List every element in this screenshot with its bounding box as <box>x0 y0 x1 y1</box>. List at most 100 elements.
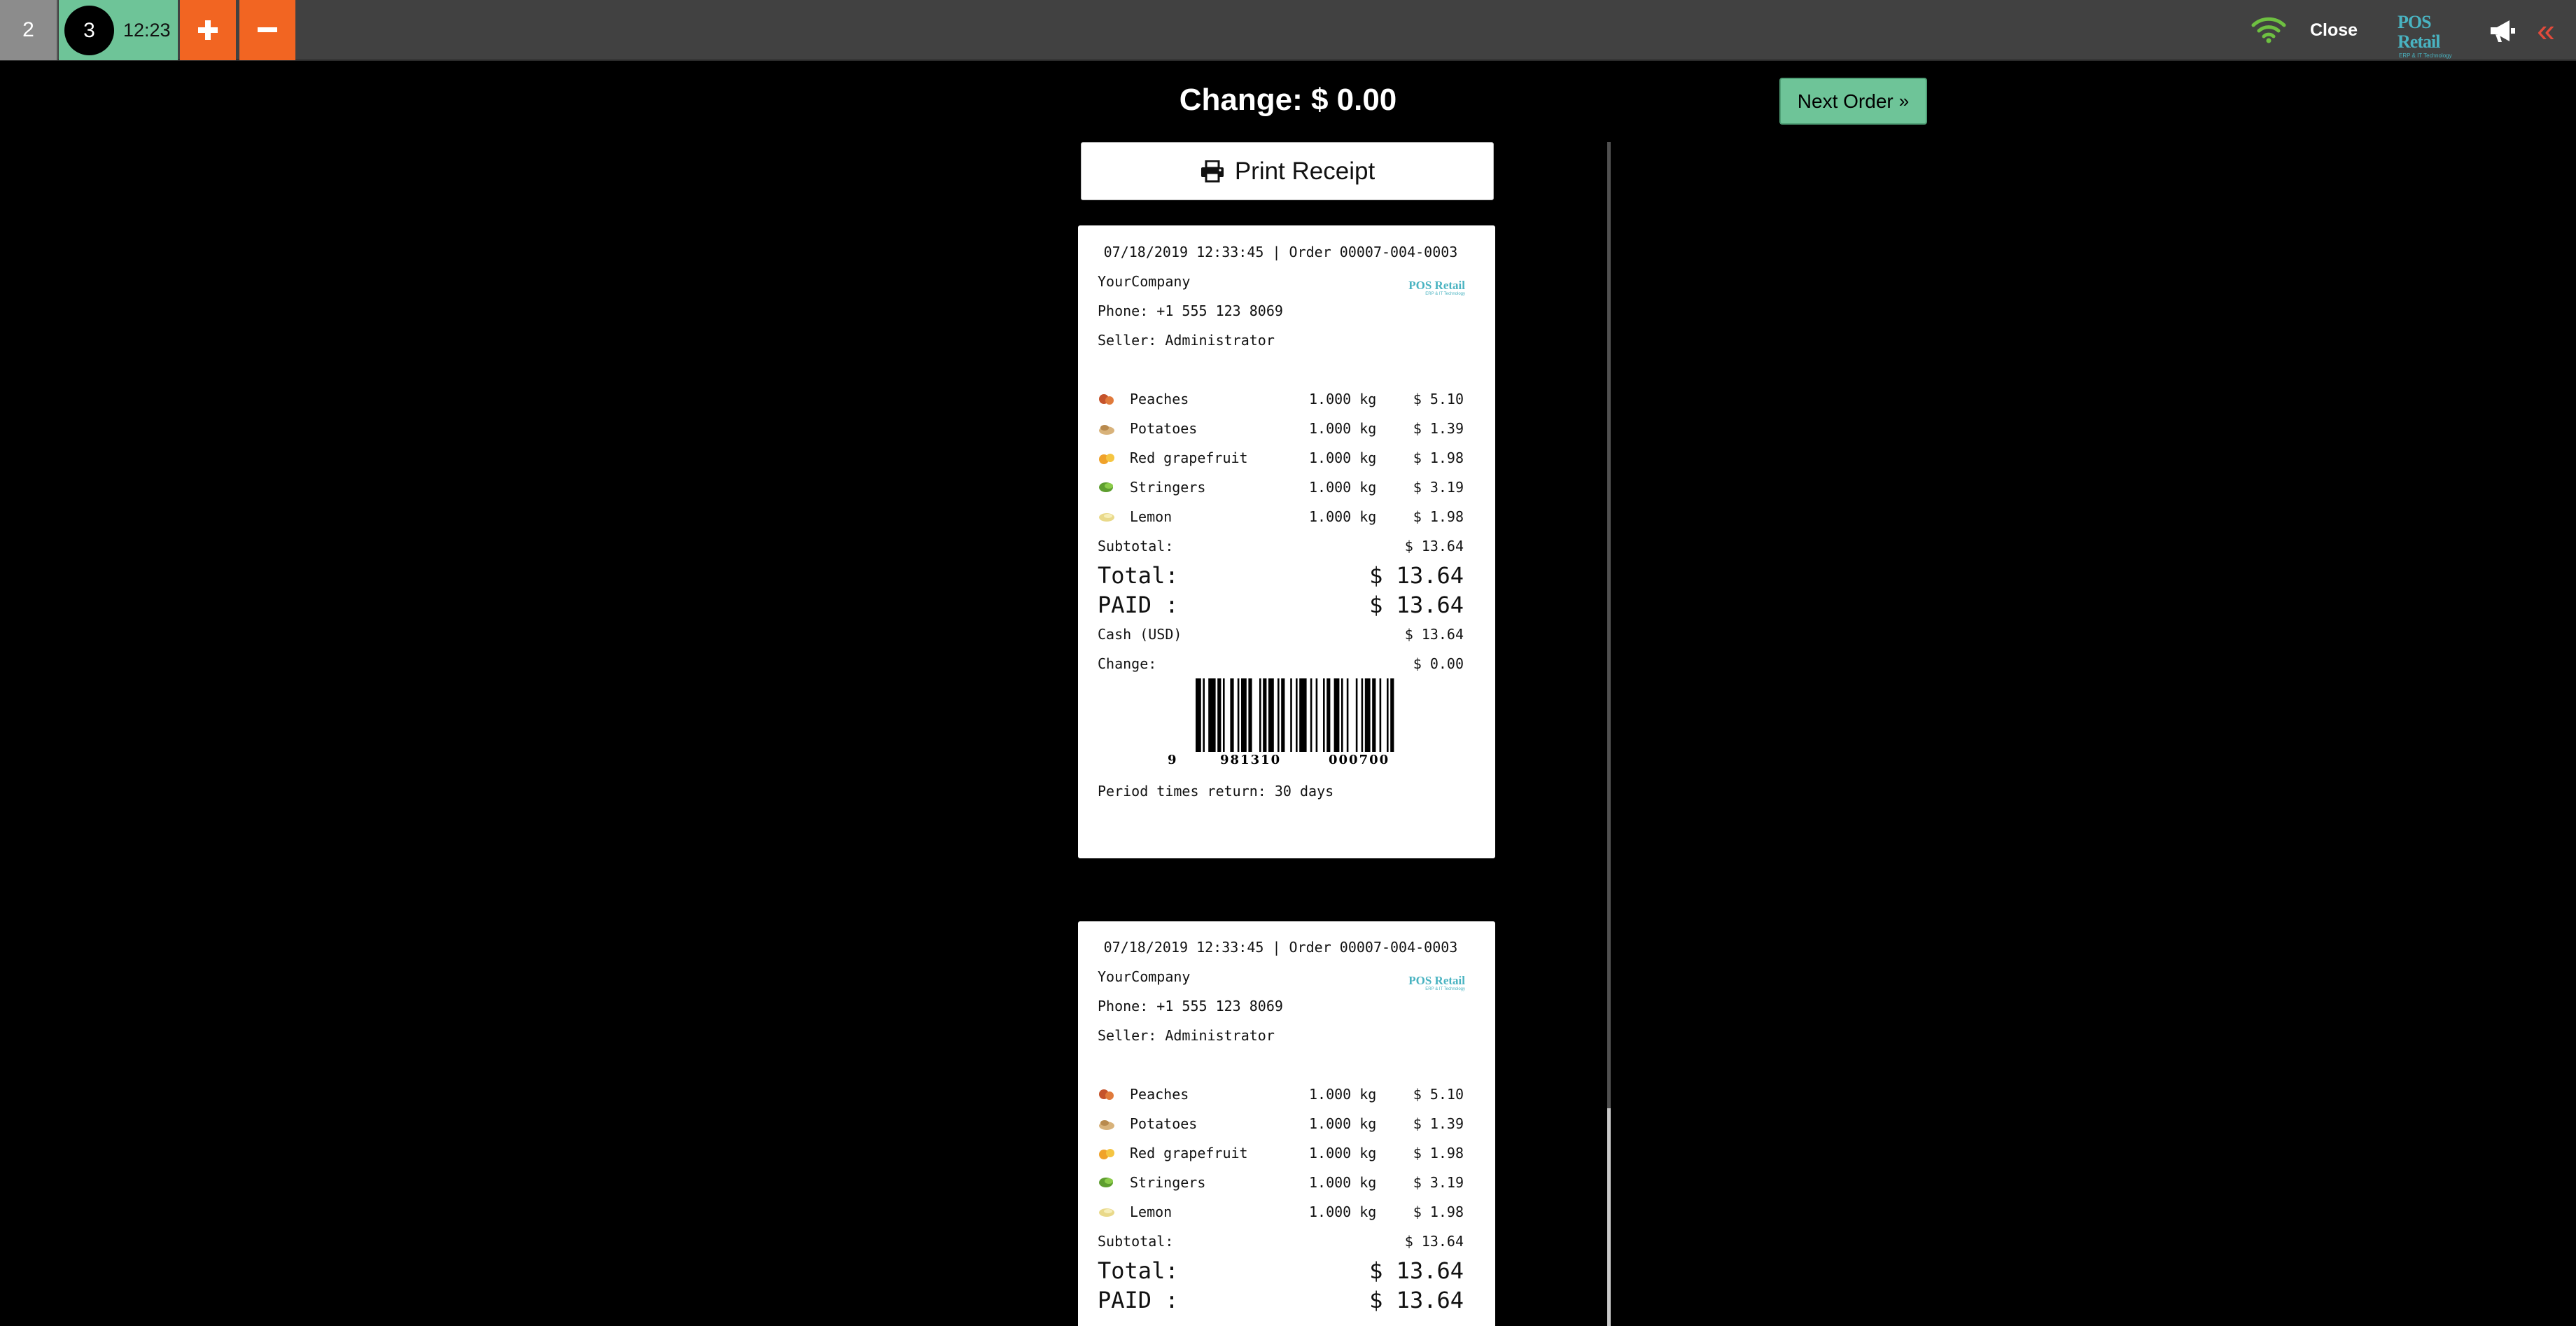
receipt-line: Peaches 1.000 kg $ 5.10 <box>1098 1080 1464 1109</box>
double-chevron-right-icon: » <box>1898 90 1910 111</box>
peach-icon <box>1099 394 1114 405</box>
total-row: Total: $ 13.64 <box>1098 561 1464 590</box>
subtotal-row: Subtotal: $ 13.64 <box>1098 1227 1464 1256</box>
line-name: Stringers <box>1130 1174 1206 1191</box>
receipt-line: Stringers 1.000 kg $ 3.19 <box>1098 1168 1464 1197</box>
order-time: 12:23 <box>123 19 171 41</box>
receipt-line: Red grapefruit 1.000 kg $ 1.98 <box>1098 443 1464 473</box>
line-name: Lemon <box>1130 1203 1172 1220</box>
receipt: 07/18/2019 12:33:45 | Order 00007-004-00… <box>1078 225 1495 858</box>
line-price: $ 1.39 <box>1413 1115 1464 1132</box>
receipt-line: Stringers 1.000 kg $ 3.19 <box>1098 473 1464 502</box>
line-name: Red grapefruit <box>1130 449 1248 466</box>
line-qty: 1.000 kg <box>1309 420 1377 437</box>
order-number: 3 <box>83 18 95 42</box>
printer-icon <box>1200 160 1224 182</box>
double-chevron-left-icon[interactable]: « <box>2530 11 2561 50</box>
brand-subtitle: ERP & IT Technology <box>2399 53 2452 59</box>
next-order-label: Next Order <box>1797 90 1893 112</box>
line-price: $ 1.98 <box>1413 1203 1464 1220</box>
stringers-icon <box>1099 1178 1113 1187</box>
total-label: Total: <box>1098 1257 1179 1284</box>
line-price: $ 1.98 <box>1413 1145 1464 1161</box>
change-title: Change: $ 0.00 <box>1179 83 1397 117</box>
lemon-icon <box>1099 1208 1114 1217</box>
paid-label: PAID : <box>1098 592 1179 618</box>
megaphone-icon[interactable] <box>2488 18 2516 43</box>
receipt-company: YourCompany POS Retail ERP & IT Technolo… <box>1098 962 1465 991</box>
receipt-line: Red grapefruit 1.000 kg $ 1.98 <box>1098 1138 1464 1168</box>
remove-order-button[interactable] <box>239 0 295 60</box>
line-price: $ 5.10 <box>1413 1086 1464 1103</box>
close-button[interactable]: Close <box>2303 0 2365 61</box>
order-tab-2[interactable]: 2 <box>0 0 58 60</box>
line-qty: 1.000 kg <box>1309 508 1377 525</box>
receipt-seller: Seller: Administrator <box>1098 332 1275 349</box>
next-order-button[interactable]: Next Order » <box>1779 78 1927 125</box>
receipt-seller: Seller: Administrator <box>1098 1027 1275 1044</box>
brand-name: POS Retail <box>2398 12 2440 52</box>
line-name: Peaches <box>1130 1086 1189 1103</box>
total-row: Total: $ 13.64 <box>1098 1256 1464 1285</box>
line-name: Peaches <box>1130 391 1189 407</box>
line-qty: 1.000 kg <box>1309 449 1377 466</box>
line-price: $ 1.39 <box>1413 420 1464 437</box>
receipt-line: Potatoes 1.000 kg $ 1.39 <box>1098 414 1464 443</box>
line-name: Potatoes <box>1130 1115 1198 1132</box>
potato-icon <box>1099 425 1114 435</box>
line-name: Red grapefruit <box>1130 1145 1248 1161</box>
print-receipt-button[interactable]: Print Receipt <box>1081 142 1494 200</box>
subtotal-row: Subtotal: $ 13.64 <box>1098 531 1464 561</box>
receipt-logo-name: POS Retail <box>1408 974 1465 987</box>
change-row: Change: $ 0.00 <box>1098 649 1464 678</box>
receipt-company: YourCompany POS Retail ERP & IT Technolo… <box>1098 267 1465 296</box>
receipt-header: 07/18/2019 12:33:45 | Order 00007-004-00… <box>1103 939 1458 956</box>
paid-value: $ 13.64 <box>1369 1287 1464 1313</box>
plus-icon <box>198 20 218 40</box>
change-value: $ 0.00 <box>1413 655 1464 672</box>
barcode: 9 981310 000700 <box>1098 678 1464 776</box>
total-label: Total: <box>1098 562 1179 589</box>
return-policy: Period times return: 30 days <box>1098 783 1334 800</box>
total-value: $ 13.64 <box>1369 1257 1464 1284</box>
paid-row: PAID : $ 13.64 <box>1098 590 1464 620</box>
peach-icon <box>1099 1089 1114 1100</box>
minus-icon <box>258 27 277 32</box>
line-qty: 1.000 kg <box>1309 391 1377 407</box>
potato-icon <box>1099 1120 1114 1130</box>
add-order-button[interactable] <box>180 0 236 60</box>
paid-label: PAID : <box>1098 1287 1179 1313</box>
receipt-line: Peaches 1.000 kg $ 5.10 <box>1098 384 1464 414</box>
receipt-copy: 07/18/2019 12:33:45 | Order 00007-004-00… <box>1078 921 1495 1326</box>
line-price: $ 3.19 <box>1413 1174 1464 1191</box>
receipt-line: Lemon 1.000 kg $ 1.98 <box>1098 502 1464 531</box>
grapefruit-icon <box>1099 454 1114 464</box>
cash-row: Cash (USD) $ 13.64 <box>1098 620 1464 649</box>
lemon-icon <box>1099 513 1114 522</box>
receipt-logo-name: POS Retail <box>1408 279 1465 292</box>
subtotal-label: Subtotal: <box>1098 538 1174 554</box>
order-tab-active[interactable]: 3 12:23 <box>59 0 178 60</box>
change-label: Change: <box>1098 655 1157 672</box>
receipt-header: 07/18/2019 12:33:45 | Order 00007-004-00… <box>1103 244 1458 260</box>
line-qty: 1.000 kg <box>1309 479 1377 496</box>
line-price: $ 1.98 <box>1413 508 1464 525</box>
cash-label: Cash (USD) <box>1098 626 1182 643</box>
line-name: Lemon <box>1130 508 1172 525</box>
line-qty: 1.000 kg <box>1309 1203 1377 1220</box>
subtotal-value: $ 13.64 <box>1404 1233 1464 1250</box>
print-receipt-label: Print Receipt <box>1234 157 1376 185</box>
barcode-digit-1: 981310 <box>1220 753 1281 767</box>
line-price: $ 1.98 <box>1413 449 1464 466</box>
line-qty: 1.000 kg <box>1309 1174 1377 1191</box>
receipt-phone: Phone: +1 555 123 8069 <box>1098 302 1283 319</box>
cash-value: $ 13.64 <box>1404 626 1464 643</box>
line-qty: 1.000 kg <box>1309 1145 1377 1161</box>
brand-logo: POS Retail ERP & IT Technology <box>2398 13 2474 60</box>
receipt-scrollbar-thumb[interactable] <box>1607 1108 1611 1326</box>
line-qty: 1.000 kg <box>1309 1115 1377 1132</box>
line-name: Potatoes <box>1130 420 1198 437</box>
stringers-icon <box>1099 482 1113 492</box>
total-value: $ 13.64 <box>1369 562 1464 589</box>
receipt-phone: Phone: +1 555 123 8069 <box>1098 998 1283 1014</box>
